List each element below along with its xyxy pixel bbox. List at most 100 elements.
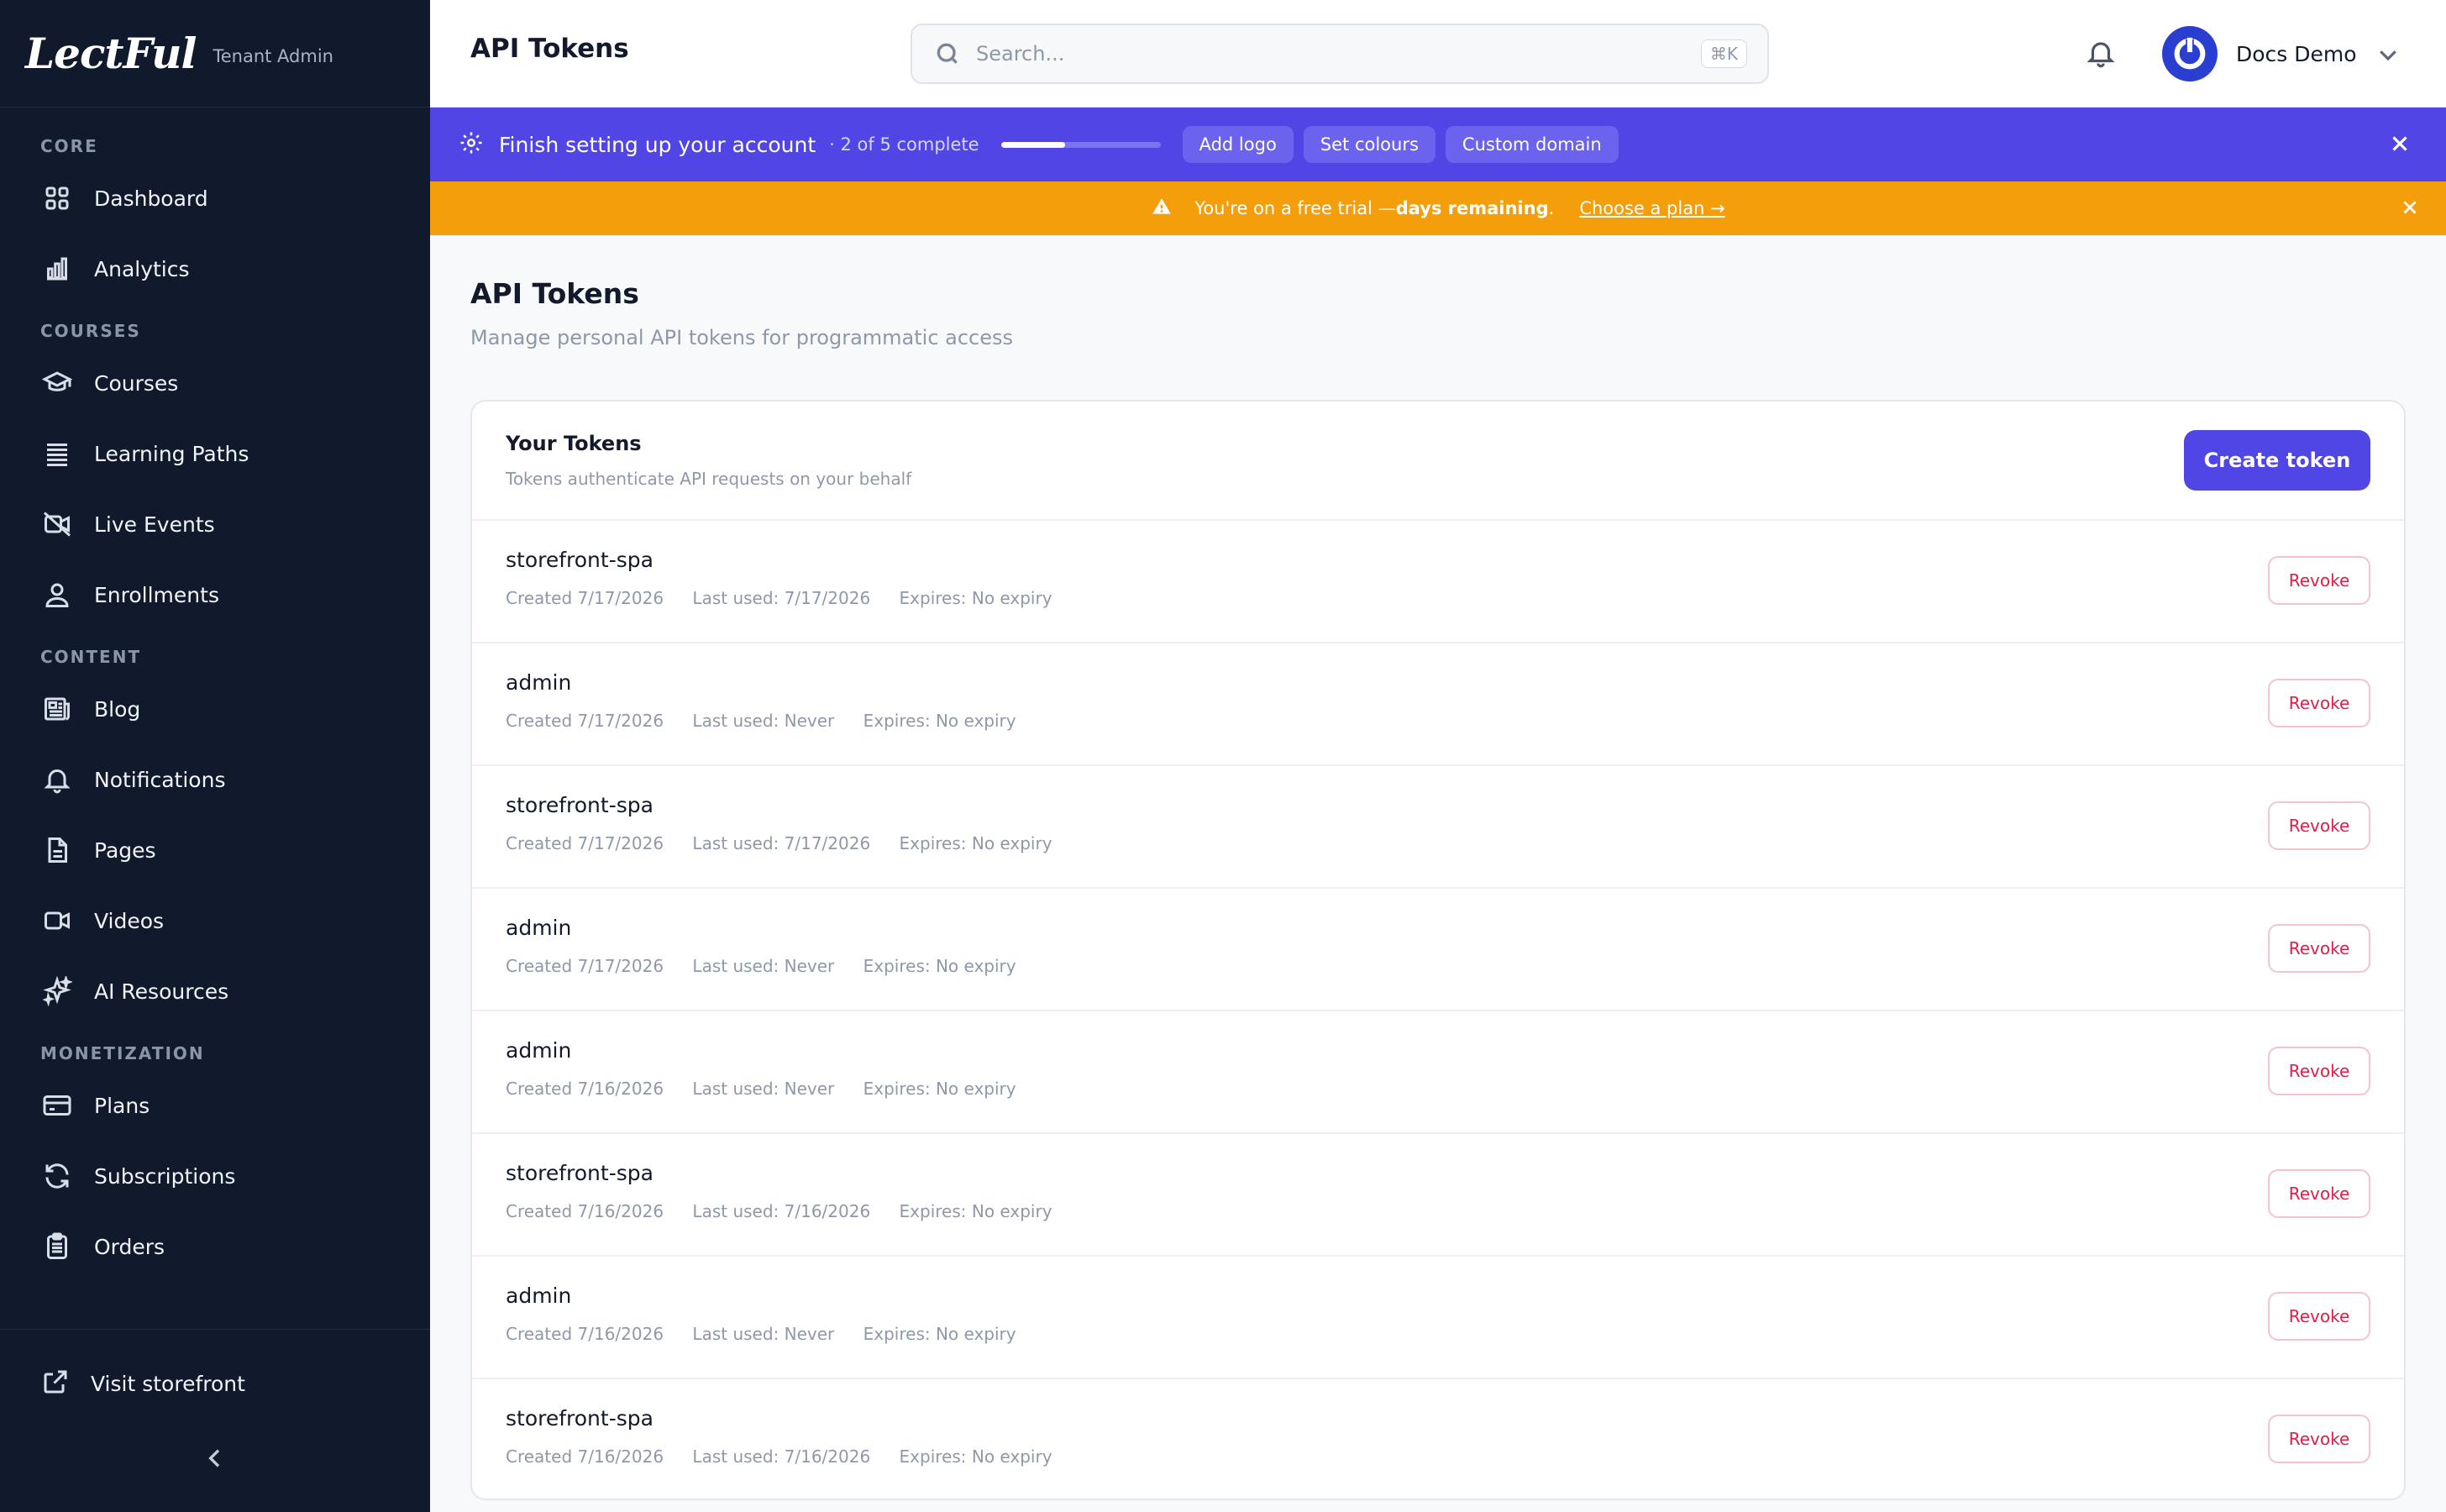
sidebar-item-dashboard[interactable]: Dashboard <box>0 163 430 234</box>
tokens-card-subtitle: Tokens authenticate API requests on your… <box>506 469 912 489</box>
sidebar-item-notifications[interactable]: Notifications <box>0 744 430 815</box>
token-meta: Created 7/17/2026 Last used: 7/17/2026 E… <box>506 588 1076 608</box>
sidebar-item-label: Courses <box>94 370 179 396</box>
token-meta: Created 7/17/2026 Last used: 7/17/2026 E… <box>506 833 1076 853</box>
brand: LectFul Tenant Admin <box>0 0 430 108</box>
clipboard-icon <box>40 1230 74 1263</box>
custom-domain-button[interactable]: Custom domain <box>1445 126 1619 163</box>
sidebar-section-label: CONTENT <box>40 647 142 667</box>
token-meta: Created 7/17/2026 Last used: Never Expir… <box>506 956 1040 976</box>
dismiss-trial-banner-button[interactable] <box>2399 197 2422 220</box>
page-subheading: Manage personal API tokens for programma… <box>470 326 1014 349</box>
video-off-icon <box>40 507 74 541</box>
external-link-icon <box>40 1367 71 1400</box>
revoke-button[interactable]: Revoke <box>2268 1415 2370 1463</box>
sidebar-item-label: Enrollments <box>94 582 219 607</box>
sidebar-item-enrollments[interactable]: Enrollments <box>0 559 430 630</box>
bell-icon <box>40 763 74 796</box>
token-meta: Created 7/16/2026 Last used: Never Expir… <box>506 1324 1040 1344</box>
token-last-used: Last used: 7/17/2026 <box>692 833 871 853</box>
sidebar-item-analytics[interactable]: Analytics <box>0 234 430 304</box>
sidebar-footer: Visit storefront <box>0 1329 430 1512</box>
revoke-button[interactable]: Revoke <box>2268 1047 2370 1095</box>
sidebar-nav: CORE Dashboard Analytics COURSES Courses Lear… <box>0 108 430 1282</box>
token-created: Created 7/16/2026 <box>506 1079 664 1099</box>
token-expires: Expires: No expiry <box>899 588 1052 608</box>
token-expires: Expires: No expiry <box>899 1446 1052 1467</box>
token-created: Created 7/16/2026 <box>506 1201 664 1221</box>
token-last-used: Last used: 7/16/2026 <box>692 1446 871 1467</box>
set-colours-button[interactable]: Set colours <box>1303 126 1436 163</box>
token-created: Created 7/17/2026 <box>506 588 664 608</box>
sidebar-item-plans[interactable]: Plans <box>0 1070 430 1141</box>
revoke-button[interactable]: Revoke <box>2268 924 2370 973</box>
sidebar-item-pages[interactable]: Pages <box>0 815 430 885</box>
token-name: admin <box>506 1284 572 1308</box>
choose-plan-link[interactable]: Choose a plan → <box>1579 198 1724 218</box>
token-created: Created 7/16/2026 <box>506 1446 664 1467</box>
gear-icon <box>430 130 484 159</box>
collapse-sidebar-button[interactable] <box>202 1445 228 1472</box>
revoke-button[interactable]: Revoke <box>2268 679 2370 727</box>
bell-icon <box>2086 42 2115 68</box>
sidebar-item-blog[interactable]: Blog <box>0 674 430 744</box>
token-meta: Created 7/16/2026 Last used: 7/16/2026 E… <box>506 1446 1076 1467</box>
topbar: API Tokens Search... ⌘K Docs Demo <box>430 0 2446 108</box>
trial-days-remaining: days remaining <box>1395 198 1549 218</box>
create-token-button[interactable]: Create token <box>2184 430 2370 491</box>
warning-icon <box>1151 196 1194 221</box>
page-heading: API Tokens <box>470 277 639 310</box>
sidebar-item-ai-resources[interactable]: AI Resources <box>0 956 430 1026</box>
token-created: Created 7/17/2026 <box>506 956 664 976</box>
token-name: storefront-spa <box>506 793 653 817</box>
revoke-button[interactable]: Revoke <box>2268 1169 2370 1218</box>
user-menu[interactable]: Docs Demo <box>2162 25 2401 82</box>
token-row: storefront-spa Created 7/17/2026 Last us… <box>472 766 2404 889</box>
search-placeholder: Search... <box>976 42 1065 66</box>
revoke-button[interactable]: Revoke <box>2268 556 2370 605</box>
sidebar-item-label: Analytics <box>94 256 190 281</box>
token-name: admin <box>506 1038 572 1063</box>
setup-banner: Finish setting up your account · 2 of 5 … <box>430 108 2446 181</box>
grid-icon <box>40 181 74 215</box>
revoke-button[interactable]: Revoke <box>2268 801 2370 850</box>
revoke-button[interactable]: Revoke <box>2268 1292 2370 1341</box>
sidebar-item-learning-paths[interactable]: Learning Paths <box>0 418 430 489</box>
token-expires: Expires: No expiry <box>863 956 1016 976</box>
visit-storefront-link[interactable]: Visit storefront <box>0 1330 430 1437</box>
sidebar-item-courses[interactable]: Courses <box>0 348 430 418</box>
setup-banner-title: Finish setting up your account <box>499 132 816 157</box>
token-last-used: Last used: 7/17/2026 <box>692 588 871 608</box>
search-shortcut: ⌘K <box>1700 39 1747 68</box>
sidebar-item-label: AI Resources <box>94 979 229 1004</box>
sidebar-item-label: Subscriptions <box>94 1163 236 1189</box>
close-icon <box>2392 136 2407 151</box>
page-title: API Tokens <box>470 34 629 64</box>
close-icon <box>2403 201 2417 214</box>
sidebar-item-label: Plans <box>94 1093 150 1118</box>
token-row: admin Created 7/17/2026 Last used: Never… <box>472 889 2404 1011</box>
add-logo-button[interactable]: Add logo <box>1182 126 1294 163</box>
token-row: storefront-spa Created 7/16/2026 Last us… <box>472 1379 2404 1499</box>
sidebar-item-label: Learning Paths <box>94 441 249 466</box>
sidebar-item-subscriptions[interactable]: Subscriptions <box>0 1141 430 1211</box>
dismiss-setup-banner-button[interactable] <box>2387 131 2414 158</box>
sidebar-item-live-events[interactable]: Live Events <box>0 489 430 559</box>
search-input[interactable]: Search... ⌘K <box>911 24 1769 84</box>
brand-logo[interactable]: LectFul <box>25 29 197 78</box>
power-icon <box>2174 37 2206 70</box>
file-icon <box>40 833 74 867</box>
sidebar-item-label: Notifications <box>94 767 226 792</box>
token-last-used: Last used: Never <box>692 1324 835 1344</box>
trial-banner: You're on a free trial — days remaining … <box>430 181 2446 235</box>
token-name: admin <box>506 670 572 695</box>
notifications-button[interactable] <box>2085 37 2118 71</box>
sidebar-item-videos[interactable]: Videos <box>0 885 430 956</box>
trial-text: You're on a free trial — <box>1194 198 1396 218</box>
sidebar-item-orders[interactable]: Orders <box>0 1211 430 1282</box>
sidebar-section-label: MONETIZATION <box>40 1043 205 1063</box>
list-icon <box>40 437 74 470</box>
sidebar: LectFul Tenant Admin CORE Dashboard Analyt… <box>0 0 430 1512</box>
token-expires: Expires: No expiry <box>899 833 1052 853</box>
tokens-card-title: Your Tokens <box>506 432 642 455</box>
